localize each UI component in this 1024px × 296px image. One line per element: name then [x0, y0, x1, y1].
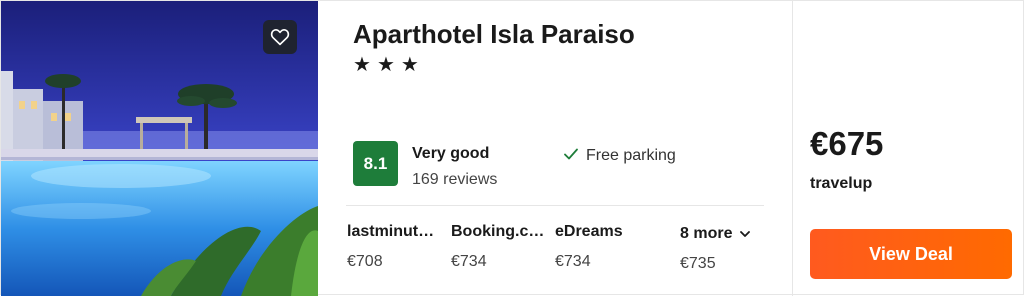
amenity-free-parking: Free parking	[564, 147, 676, 165]
provider-offer[interactable]: eDreams €734	[555, 223, 623, 271]
deal-panel: €675 travelup View Deal	[792, 1, 1024, 296]
more-providers-button[interactable]: 8 more €735	[680, 225, 751, 273]
hotel-name[interactable]: Aparthotel Isla Paraiso	[353, 19, 635, 50]
check-icon	[564, 147, 578, 165]
divider	[346, 205, 764, 206]
chevron-down-icon	[740, 225, 751, 243]
star-icon: ★	[376, 54, 395, 76]
provider-price: €734	[451, 253, 487, 270]
star-icon: ★	[400, 54, 419, 76]
provider-price: €734	[555, 253, 591, 270]
deal-price: €675	[810, 125, 884, 162]
heart-icon	[270, 28, 290, 46]
more-providers-label: 8 more	[680, 225, 733, 242]
rating-score-badge: 8.1	[353, 141, 398, 186]
favorite-button[interactable]	[263, 20, 297, 54]
amenity-label: Free parking	[586, 147, 676, 164]
star-icon: ★	[353, 54, 371, 76]
hotel-photo[interactable]	[1, 1, 318, 296]
rating-label: Very good	[412, 145, 490, 162]
hotel-info: Aparthotel Isla Paraiso ★ ★ ★ 8.1 Very g…	[318, 1, 792, 296]
view-deal-button[interactable]: View Deal	[810, 229, 1012, 279]
provider-name: Booking.c…	[451, 223, 545, 240]
provider-offer[interactable]: lastminut… €708	[347, 223, 434, 271]
deal-provider: travelup	[810, 175, 873, 192]
review-count[interactable]: 169 reviews	[412, 171, 497, 189]
hotel-result-card: Aparthotel Isla Paraiso ★ ★ ★ 8.1 Very g…	[0, 0, 1024, 296]
provider-name: lastminut…	[347, 223, 435, 240]
more-providers-price: €735	[680, 255, 716, 272]
provider-name: eDreams	[555, 223, 623, 240]
star-rating: ★ ★ ★	[353, 55, 419, 75]
provider-offer[interactable]: Booking.c… €734	[451, 223, 544, 271]
provider-price: €708	[347, 253, 383, 270]
